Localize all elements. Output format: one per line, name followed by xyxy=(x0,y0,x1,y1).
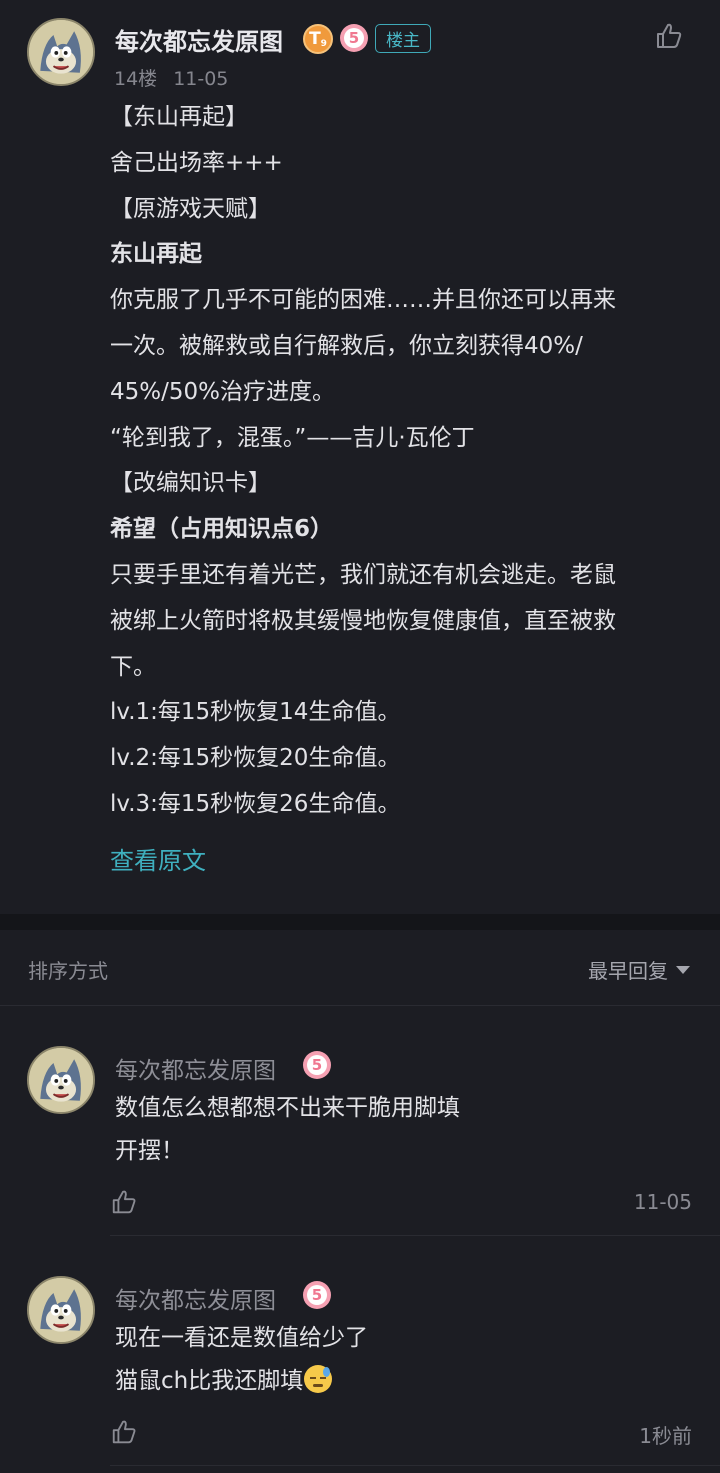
thumbs-up-icon[interactable] xyxy=(654,21,684,51)
sort-bar: 排序方式 最早回复 xyxy=(0,930,720,1006)
author-name[interactable]: 每次都忘发原图 xyxy=(115,22,283,57)
level-badge: T9 xyxy=(303,24,333,54)
op-tag: 楼主 xyxy=(375,24,431,53)
post-line: lv.3:每15秒恢复26生命值。 xyxy=(110,790,401,817)
post-line: 一次。被解救或自行解救后，你立刻获得40%/ xyxy=(110,332,583,359)
level-badge-number: 9 xyxy=(320,39,327,49)
reply-time: 1秒前 xyxy=(639,1424,692,1448)
reply-text: 现在一看还是数值给少了 猫鼠ch比我还脚填 xyxy=(115,1317,368,1403)
post-line: 【原游戏天赋】 xyxy=(110,195,271,222)
reply-divider xyxy=(110,1235,720,1236)
cat-avatar-icon xyxy=(29,1048,93,1112)
post-line: 【东山再起】 xyxy=(110,104,248,130)
reply-line: 现在一看还是数值给少了 xyxy=(115,1325,368,1351)
reply-avatar[interactable] xyxy=(27,1276,95,1344)
thumbs-up-icon[interactable] xyxy=(110,1188,138,1216)
reply-author[interactable]: 每次都忘发原图 xyxy=(115,1051,276,1085)
floor-number: 14楼 xyxy=(114,68,158,90)
post-meta: 14楼 11-05 xyxy=(114,64,228,91)
sort-value: 最早回复 xyxy=(588,959,668,983)
reply-time: 11-05 xyxy=(633,1190,692,1214)
five-badge: 5 xyxy=(340,24,368,52)
five-badge-label: 5 xyxy=(307,1055,327,1075)
reply-item: 每次都忘发原图 5 现在一看还是数值给少了 猫鼠ch比我还脚填 1秒前 xyxy=(0,1276,720,1466)
sort-dropdown[interactable]: 最早回复 xyxy=(588,955,690,984)
post-line-heading: 东山再起 xyxy=(110,241,202,268)
post-line: 你克服了几乎不可能的困难……并且你还可以再来 xyxy=(110,287,616,314)
view-original-link[interactable]: 查看原文 xyxy=(110,841,206,876)
post-line: 只要手里还有着光芒，我们就还有机会逃走。老鼠 xyxy=(110,561,616,588)
sort-label: 排序方式 xyxy=(28,959,108,983)
five-badge: 5 xyxy=(303,1051,331,1079)
cat-avatar-icon xyxy=(29,20,93,84)
reply-item: 每次都忘发原图 5 数值怎么想都想不出来干脆用脚填 开摆！ 11-05 xyxy=(0,1046,720,1236)
reply-line: 数值怎么想都想不出来干脆用脚填 xyxy=(115,1095,460,1121)
post-line: 【改编知识卡】 xyxy=(110,470,271,497)
post-line: 舍己出场率+++ xyxy=(110,149,283,176)
main-post: 每次都忘发原图 T9 5 楼主 14楼 11-05 【东山再起】 舍己出场率+++… xyxy=(0,0,720,914)
reply-avatar[interactable] xyxy=(27,1046,95,1114)
post-body: 【东山再起】 舍己出场率+++ 【原游戏天赋】 东山再起 你克服了几乎不可能的困… xyxy=(110,95,700,828)
post-line: 45%/50%治疗进度。 xyxy=(110,378,335,405)
five-badge: 5 xyxy=(303,1281,331,1309)
reply-author[interactable]: 每次都忘发原图 xyxy=(115,1281,276,1315)
downcast-sweat-emoji-icon xyxy=(304,1365,333,1393)
post-date: 11-05 xyxy=(173,68,229,90)
five-badge-label: 5 xyxy=(344,28,364,48)
post-line-heading: 希望（占用知识点6） xyxy=(110,516,334,543)
caret-down-icon xyxy=(676,965,690,974)
thumbs-up-icon[interactable] xyxy=(110,1418,138,1446)
post-line: “轮到我了，混蛋。”——吉儿·瓦伦丁 xyxy=(110,424,475,451)
post-line: lv.2:每15秒恢复20生命值。 xyxy=(110,745,401,772)
reply-text: 数值怎么想都想不出来干脆用脚填 开摆！ xyxy=(115,1087,460,1173)
cat-avatar-icon xyxy=(29,1278,93,1342)
reply-line-with-emoji: 猫鼠ch比我还脚填 xyxy=(115,1360,368,1403)
post-line: lv.1:每15秒恢复14生命值。 xyxy=(110,699,401,726)
five-badge-label: 5 xyxy=(307,1285,327,1305)
post-line: 下。 xyxy=(110,653,156,680)
reply-divider xyxy=(110,1465,720,1466)
author-avatar[interactable] xyxy=(27,18,95,86)
post-line: 被绑上火箭时将极其缓慢地恢复健康值，直至被救 xyxy=(110,607,616,634)
section-divider xyxy=(0,914,720,930)
reply-line-text: 猫鼠ch比我还脚填 xyxy=(115,1368,304,1394)
reply-line: 开摆！ xyxy=(115,1138,184,1164)
level-badge-letter: T xyxy=(309,29,321,49)
